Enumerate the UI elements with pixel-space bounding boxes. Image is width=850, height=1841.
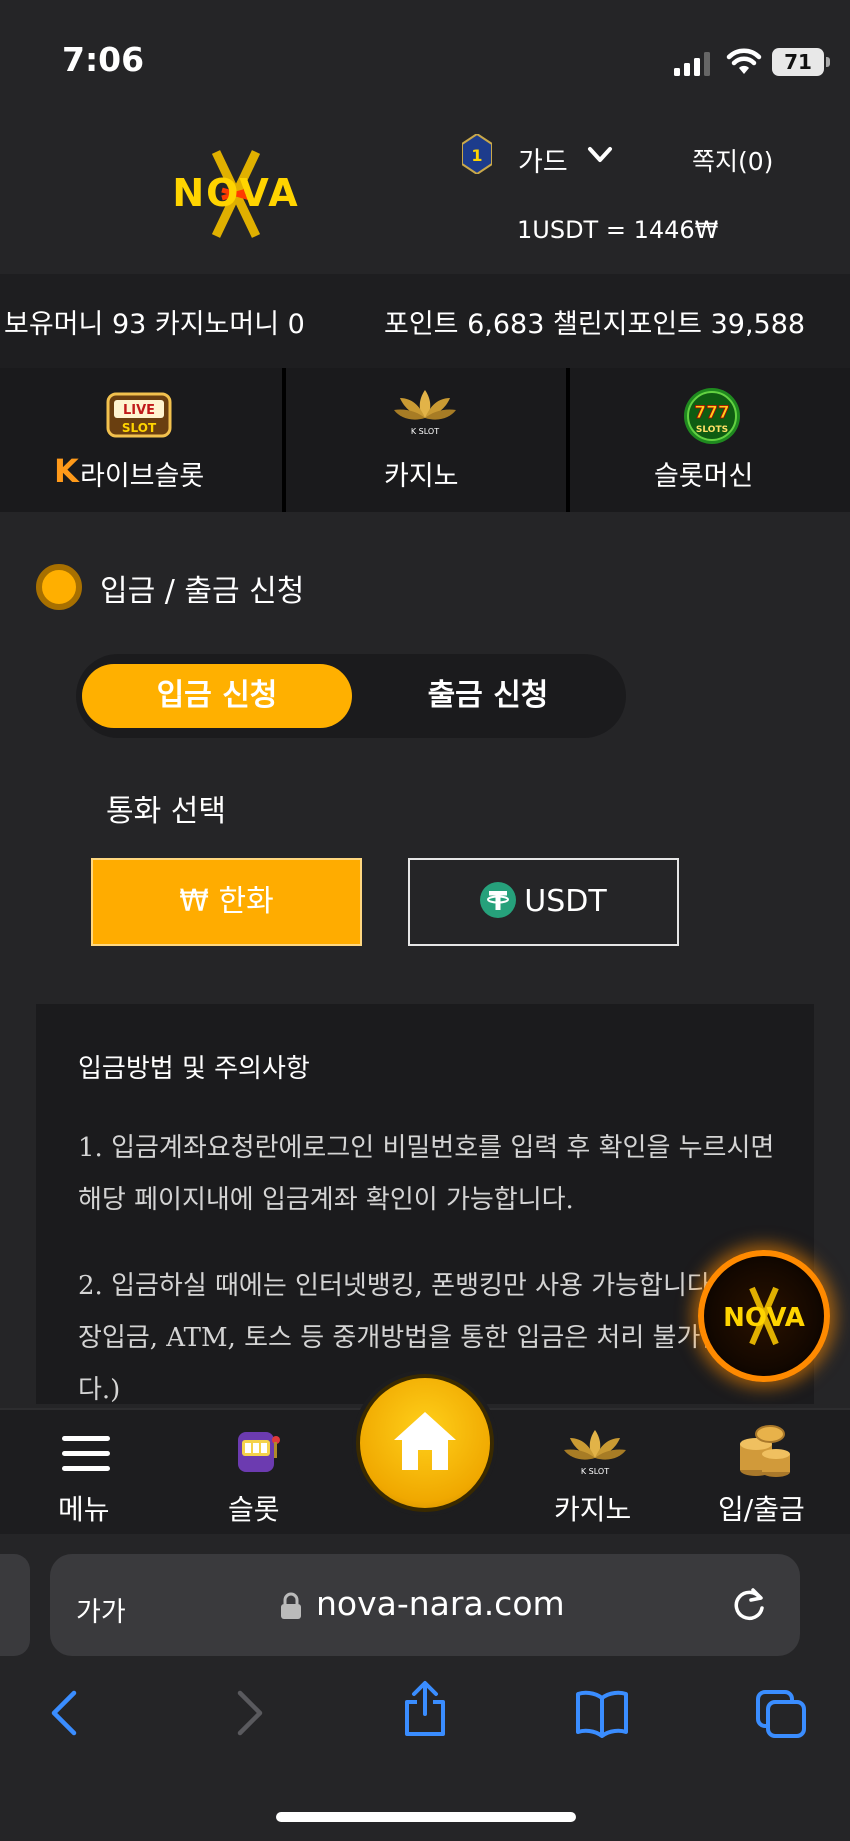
text-size-button[interactable]: 가가 <box>76 1590 126 1629</box>
section-title: 입금 / 출금 신청 <box>100 574 305 609</box>
wifi-icon <box>726 48 762 74</box>
category-live-slot[interactable]: LIVE SLOT K 라이브슬롯 <box>0 368 282 512</box>
svg-text:1: 1 <box>471 146 482 165</box>
svg-text:NOVA: NOVA <box>723 1303 805 1333</box>
chevron-down-icon[interactable] <box>586 144 614 166</box>
tabs-icon[interactable] <box>754 1688 808 1740</box>
deposit-notice: 입금방법 및 주의사항 1. 입금계좌요청란에로그인 비밀번호를 입력 후 확인… <box>36 1004 814 1405</box>
svg-text:LIVE: LIVE <box>123 403 155 418</box>
deposit-withdraw-tabs: 입금 신청 출금 신청 <box>76 654 626 738</box>
site-header: NOVA 1 가드 쪽지(0) 1USDT = 1446₩ <box>0 110 850 274</box>
bookmarks-icon[interactable] <box>574 1688 630 1738</box>
section-bullet-icon <box>36 564 82 610</box>
floating-nova-button[interactable]: NOVA <box>698 1250 830 1382</box>
balance-bar: 보유머니 93 카지노머니 0 포인트 6,683 챌린지포인트 39,588 <box>0 274 850 368</box>
status-time: 7:06 <box>62 40 145 79</box>
logo-text: NOVA <box>172 171 299 215</box>
currency-select-title: 통화 선택 <box>106 794 226 829</box>
777-slots-icon: 777 SLOTS <box>684 388 740 444</box>
menu-icon[interactable] <box>62 1434 110 1474</box>
nova-logo-icon: NOVA <box>723 1286 805 1346</box>
category-label: 카지노 <box>384 461 459 492</box>
battery-indicator: 71 <box>772 48 824 76</box>
home-button[interactable] <box>356 1374 494 1512</box>
money-balances: 보유머니 93 카지노머니 0 <box>4 309 305 340</box>
usdt-exchange-rate: 1USDT = 1446₩ <box>517 216 719 244</box>
level-dropdown-label[interactable]: 가드 <box>518 140 568 179</box>
k-prefix-icon: K <box>54 452 79 490</box>
nova-logo[interactable]: NOVA <box>146 144 326 244</box>
category-casino[interactable]: K SLOT 카지노 <box>286 368 566 512</box>
notice-paragraph: 1. 입금계좌요청란에로그인 비밀번호를 입력 후 확인을 누르시면 해당 페이… <box>78 1133 775 1215</box>
point-balances: 포인트 6,683 챌린지포인트 39,588 <box>384 309 806 340</box>
nav-menu-label[interactable]: 메뉴 <box>58 1488 110 1528</box>
share-icon[interactable] <box>402 1680 448 1738</box>
live-slot-icon: LIVE SLOT <box>106 392 172 438</box>
category-label: 라이브슬롯 <box>80 461 205 492</box>
lock-icon <box>281 1592 301 1619</box>
category-label: 슬롯머신 <box>654 461 754 492</box>
svg-text:SLOTS: SLOTS <box>696 425 728 435</box>
reload-icon[interactable] <box>730 1586 768 1624</box>
forward-icon[interactable] <box>232 1688 268 1738</box>
currency-krw-button[interactable]: ₩ 한화 <box>91 858 362 946</box>
category-slot-machine[interactable]: 777 SLOTS 슬롯머신 <box>570 368 850 512</box>
tether-icon <box>480 881 517 918</box>
previous-tab-edge[interactable] <box>0 1554 30 1656</box>
nav-slot-label[interactable]: 슬롯 <box>228 1488 280 1528</box>
status-bar: 7:06 71 <box>0 0 850 110</box>
tab-deposit[interactable]: 입금 신청 <box>82 664 352 728</box>
nav-casino-label[interactable]: 카지노 <box>554 1488 631 1528</box>
category-nav: LIVE SLOT K 라이브슬롯 K SLOT 카지노 777 SLOTS 슬… <box>0 368 850 512</box>
coin-stack-icon[interactable] <box>734 1424 794 1480</box>
svg-text:777: 777 <box>694 403 730 423</box>
svg-text:K SLOT: K SLOT <box>411 427 439 436</box>
slot-machine-icon[interactable] <box>232 1426 280 1476</box>
message-link[interactable]: 쪽지(0) <box>692 142 773 178</box>
currency-krw-label: ₩ 한화 <box>179 884 274 919</box>
tab-withdraw[interactable]: 출금 신청 <box>356 664 620 728</box>
home-indicator <box>276 1812 576 1822</box>
notice-title: 입금방법 및 주의사항 <box>78 1054 310 1084</box>
k-slot-lotus-icon: K SLOT <box>394 390 456 436</box>
nav-banking-label[interactable]: 입/출금 <box>718 1488 805 1528</box>
cellular-signal-icon <box>674 52 710 76</box>
currency-usdt-button[interactable]: USDT <box>408 858 679 946</box>
home-icon <box>394 1412 456 1470</box>
url-text[interactable]: nova-nara.com <box>316 1584 565 1623</box>
k-slot-lotus-icon[interactable]: K SLOT <box>562 1426 628 1478</box>
svg-text:SLOT: SLOT <box>122 421 157 435</box>
level-badge-icon: 1 <box>462 134 492 174</box>
battery-nub <box>826 57 830 67</box>
currency-usdt-label: USDT <box>524 884 607 919</box>
back-icon[interactable] <box>46 1688 82 1738</box>
svg-text:K SLOT: K SLOT <box>581 1467 609 1476</box>
